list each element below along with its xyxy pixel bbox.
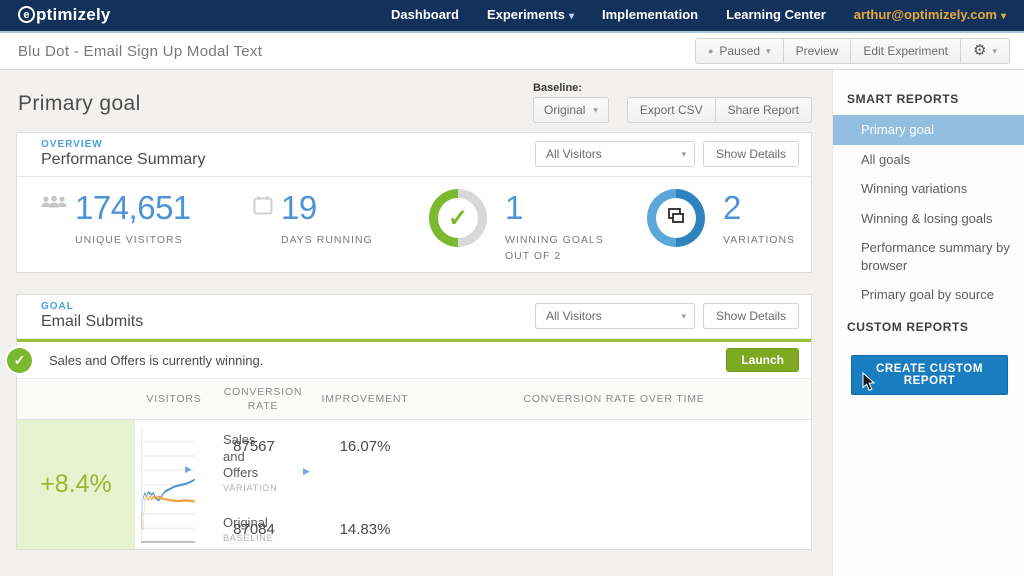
sidebar-item-winning-losing-goals[interactable]: Winning & losing goals bbox=[833, 204, 1024, 234]
improvement-value: +8.4% bbox=[40, 470, 112, 499]
stat-variations: 2 VARIATIONS bbox=[647, 189, 796, 249]
caret-down-icon: ▾ bbox=[681, 148, 686, 159]
baseline-select[interactable]: Original ▾ bbox=[533, 97, 609, 123]
experiment-title: Blu Dot - Email Sign Up Modal Text bbox=[18, 42, 263, 60]
goal-show-details-button[interactable]: Show Details bbox=[702, 303, 799, 329]
overview-segment-dropdown[interactable]: All Visitors ▾ bbox=[534, 141, 695, 167]
goal-kicker: GOAL bbox=[41, 301, 74, 312]
reports-sidebar: SMART REPORTS Primary goal All goals Win… bbox=[832, 70, 1024, 576]
top-navbar: e ptimizely Dashboard Experiments ▾ Implem… bbox=[0, 0, 1024, 33]
paused-status-button[interactable]: ● Paused ▾ bbox=[694, 38, 784, 64]
optimizely-logo[interactable]: e ptimizely bbox=[18, 5, 111, 25]
optimizely-logo-icon: e bbox=[18, 6, 35, 23]
baseline-label: Baseline: bbox=[533, 82, 582, 94]
caret-down-icon: ▾ bbox=[766, 45, 771, 56]
main-content: Primary goal Baseline: Original ▾ Export… bbox=[0, 70, 832, 576]
visitors-expand-icon[interactable]: ▶ bbox=[185, 464, 192, 475]
improvement-cell: +8.4% bbox=[17, 420, 135, 550]
check-icon: ✓ bbox=[447, 204, 469, 232]
baseline-conversion-rate: 14.83% bbox=[339, 521, 391, 539]
winning-banner: ✓ Sales and Offers is currently winning.… bbox=[7, 342, 811, 379]
variations-label: VARIATIONS bbox=[723, 234, 796, 246]
edit-experiment-button[interactable]: Edit Experiment bbox=[851, 38, 962, 64]
winning-check-icon: ✓ bbox=[7, 348, 32, 373]
winning-goals-donut: ✓ bbox=[429, 189, 487, 247]
unique-visitors-value: 174,651 bbox=[75, 189, 191, 226]
smart-reports-header: SMART REPORTS bbox=[847, 92, 959, 106]
page-title: Primary goal bbox=[18, 92, 141, 115]
conversion-rate-header: CONVERSION RATE bbox=[223, 386, 303, 413]
caret-down-icon: ▾ bbox=[568, 11, 575, 22]
sidebar-item-performance-by-browser[interactable]: Performance summary by browser bbox=[833, 233, 1024, 280]
nav-learning-center[interactable]: Learning Center bbox=[726, 7, 826, 22]
settings-button[interactable]: ⚙ ▾ bbox=[961, 38, 1010, 64]
conversion-chart-cell bbox=[135, 420, 199, 549]
unique-visitors-label: UNIQUE VISITORS bbox=[75, 234, 183, 246]
experiment-actions: ● Paused ▾ Preview Edit Experiment ⚙ ▾ bbox=[694, 38, 1010, 64]
report-controls: Baseline: Original ▾ Export CSV Share Re… bbox=[533, 82, 812, 123]
chart-header: CONVERSION RATE OVER TIME bbox=[523, 393, 705, 406]
stats-row: 174,651 UNIQUE VISITORS 19 DAYS RUNNING bbox=[17, 177, 811, 272]
nav-experiments[interactable]: Experiments ▾ bbox=[487, 7, 574, 22]
experiment-header: Blu Dot - Email Sign Up Modal Text ● Pau… bbox=[0, 33, 1024, 70]
performance-summary-card: OVERVIEW Performance Summary All Visitor… bbox=[16, 132, 812, 273]
variations-donut bbox=[647, 189, 705, 247]
account-menu[interactable]: arthur@optimizely.com ▾ bbox=[854, 7, 1006, 22]
goal-segment-dropdown[interactable]: All Visitors ▾ bbox=[534, 303, 695, 329]
nav-dashboard[interactable]: Dashboard bbox=[391, 7, 459, 22]
preview-button[interactable]: Preview bbox=[783, 38, 852, 64]
sidebar-item-primary-goal[interactable]: Primary goal bbox=[833, 115, 1024, 145]
stat-winning-goals: ✓ 1 WINNING GOALS OUT OF 2 bbox=[429, 189, 647, 265]
variation-conversion-rate: 16.07% bbox=[339, 438, 391, 456]
share-report-button[interactable]: Share Report bbox=[715, 97, 812, 123]
stat-unique-visitors: 174,651 UNIQUE VISITORS bbox=[41, 191, 253, 249]
winning-message: Sales and Offers is currently winning. bbox=[49, 352, 264, 368]
days-running-value: 19 bbox=[281, 189, 317, 226]
variations-value: 2 bbox=[723, 189, 741, 226]
caret-down-icon: ▾ bbox=[593, 104, 598, 115]
overview-show-details-button[interactable]: Show Details bbox=[702, 141, 799, 167]
create-custom-report-button[interactable]: CREATE CUSTOM REPORT bbox=[851, 354, 1008, 395]
export-csv-button[interactable]: Export CSV bbox=[626, 97, 716, 123]
logo-text: ptimizely bbox=[36, 4, 111, 24]
conversion-expand-icon[interactable]: ▶ bbox=[303, 466, 310, 477]
goal-card: GOAL Email Submits All Visitors ▾ Show D… bbox=[7, 294, 812, 551]
caret-down-icon: ▾ bbox=[1000, 11, 1006, 22]
winning-goals-value: 1 bbox=[505, 189, 523, 226]
sidebar-item-winning-variations[interactable]: Winning variations bbox=[833, 174, 1024, 204]
sidebar-item-all-goals[interactable]: All goals bbox=[833, 145, 1024, 175]
results-table-header: VISITORS CONVERSION RATE IMPROVEMENT CON… bbox=[17, 379, 811, 421]
stat-days-running: 19 DAYS RUNNING bbox=[253, 191, 429, 249]
gear-icon: ⚙ bbox=[973, 42, 987, 59]
performance-summary-title: Performance Summary bbox=[41, 151, 206, 168]
calendar-icon bbox=[253, 195, 273, 249]
days-running-label: DAYS RUNNING bbox=[281, 234, 373, 246]
variation-visitors: 87567 bbox=[233, 438, 275, 456]
caret-down-icon: ▾ bbox=[992, 45, 997, 56]
nav-implementation[interactable]: Implementation bbox=[602, 7, 698, 22]
overview-kicker: OVERVIEW bbox=[41, 139, 103, 150]
people-icon bbox=[41, 195, 67, 249]
caret-down-icon: ▾ bbox=[681, 310, 686, 321]
baseline-visitors: 87084 bbox=[233, 521, 275, 539]
sidebar-item-primary-goal-by-source[interactable]: Primary goal by source bbox=[833, 280, 1024, 310]
layers-icon bbox=[666, 206, 686, 231]
paused-dot-icon: ● bbox=[707, 46, 714, 56]
visitors-header: VISITORS bbox=[146, 393, 202, 406]
winning-goals-label: WINNING GOALS OUT OF 2 bbox=[505, 234, 604, 262]
results-table: VISITORS CONVERSION RATE IMPROVEMENT CON… bbox=[17, 379, 811, 550]
navbar-menu: Dashboard Experiments ▾ Implementation Le… bbox=[391, 7, 1006, 22]
launch-button[interactable]: Launch bbox=[726, 348, 799, 372]
goal-title: Email Submits bbox=[41, 313, 144, 330]
custom-reports-header: CUSTOM REPORTS bbox=[847, 319, 969, 334]
results-table-body: Sales and Offers VARIATION 87567 16.07% … bbox=[17, 420, 811, 550]
improvement-header: IMPROVEMENT bbox=[321, 393, 409, 406]
conversion-chart bbox=[141, 427, 195, 544]
